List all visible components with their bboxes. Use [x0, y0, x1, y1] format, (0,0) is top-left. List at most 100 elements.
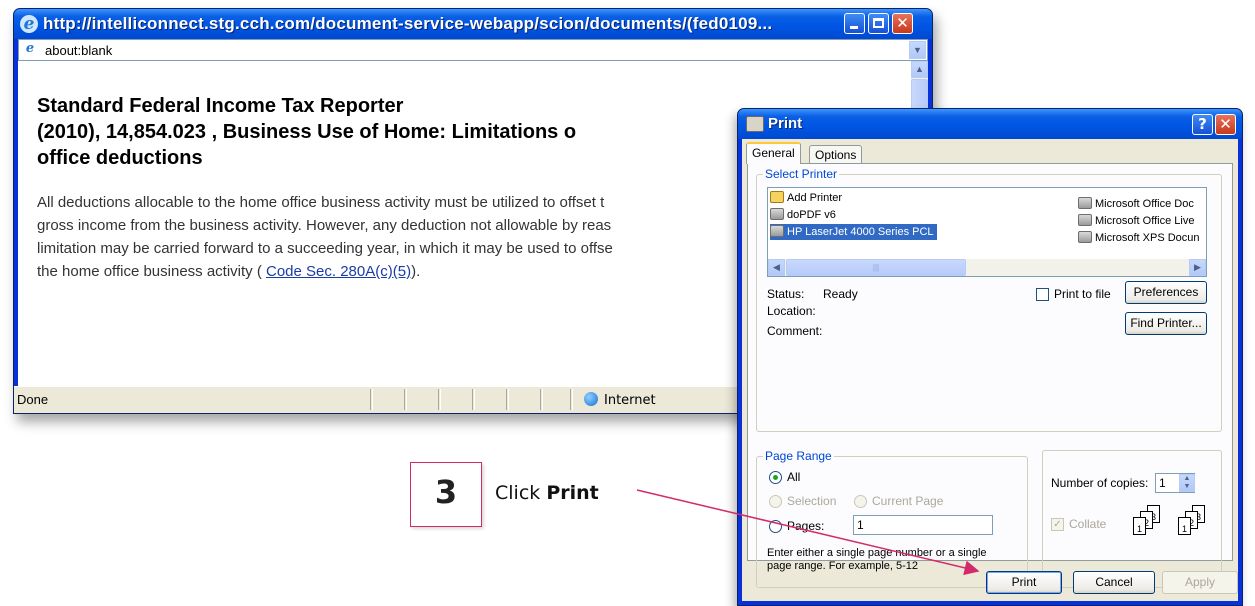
- browser-title: http://intelliconnect.stg.cch.com/docume…: [43, 14, 773, 33]
- printer-icon: [1078, 231, 1092, 243]
- printer-name: Add Printer: [787, 192, 843, 204]
- copies-label: Number of copies:: [1051, 476, 1149, 490]
- printer-icon: [1078, 214, 1092, 226]
- ie-page-icon: e: [25, 41, 35, 56]
- scroll-thumb[interactable]: |||: [786, 259, 966, 276]
- tab-options[interactable]: Options: [809, 145, 863, 163]
- status-value: Ready: [823, 287, 858, 301]
- printer-item-dopdf[interactable]: doPDF v6: [770, 207, 836, 223]
- close-icon: ✕: [896, 14, 909, 32]
- page-range-label: Page Range: [763, 449, 834, 463]
- status-divider: [404, 389, 407, 410]
- location-label: Location:: [767, 304, 816, 318]
- collate-checkbox[interactable]: ✓: [1051, 518, 1064, 531]
- add-printer-icon: [770, 191, 784, 203]
- apply-button[interactable]: Apply: [1162, 571, 1238, 594]
- select-printer-label: Select Printer: [763, 167, 840, 181]
- help-button[interactable]: ?: [1192, 114, 1213, 135]
- printer-name: Microsoft Office Doc: [1095, 198, 1194, 210]
- general-tab-panel: Select Printer Add Printer doPDF v6 HP L…: [747, 163, 1233, 588]
- printer-icon: [770, 225, 784, 237]
- status-divider: [506, 389, 509, 410]
- maximize-button[interactable]: [868, 13, 889, 34]
- status-divider: [472, 389, 475, 410]
- step-number-box: 3: [410, 462, 482, 527]
- code-section-link[interactable]: Code Sec. 280A(c)(5): [266, 263, 411, 280]
- copies-spinner[interactable]: ▲ ▼: [1179, 474, 1195, 492]
- page-glyph: 1: [1178, 517, 1191, 535]
- scroll-left-icon[interactable]: ◀: [768, 259, 785, 276]
- printer-name: Microsoft XPS Docun: [1095, 232, 1200, 244]
- minimize-icon: [850, 26, 858, 29]
- globe-icon: [584, 392, 598, 406]
- printer-item-office-live[interactable]: Microsoft Office Live: [1078, 213, 1194, 229]
- body-line: All deductions allocable to the home off…: [37, 194, 605, 211]
- status-divider: [540, 389, 543, 410]
- step-instruction: Click Print: [495, 482, 599, 504]
- pages-label: Pages:: [787, 519, 825, 533]
- tab-general[interactable]: General: [746, 142, 801, 164]
- pages-radio[interactable]: [769, 520, 782, 533]
- print-dialog-title: Print: [768, 115, 803, 132]
- print-button[interactable]: Print: [986, 571, 1062, 594]
- title-line: Standard Federal Income Tax Reporter: [37, 95, 404, 117]
- close-icon: ✕: [1219, 115, 1232, 133]
- selection-radio[interactable]: [769, 495, 782, 508]
- collate-label: Collate: [1069, 517, 1107, 531]
- document-title: Standard Federal Income Tax Reporter (20…: [37, 93, 576, 171]
- minimize-button[interactable]: [844, 13, 865, 34]
- print-dialog-body: General Options Select Printer Add Print…: [742, 139, 1238, 601]
- page-range-hint: page range. For example, 5-12: [767, 560, 919, 572]
- dialog-close-button[interactable]: ✕: [1215, 114, 1236, 135]
- address-text: about:blank: [45, 43, 113, 58]
- preferences-button[interactable]: Preferences: [1125, 281, 1207, 304]
- chevron-down-icon[interactable]: ▼: [909, 41, 926, 59]
- current-page-label: Current Page: [872, 494, 944, 508]
- printer-name: Microsoft Office Live: [1095, 215, 1195, 227]
- printer-icon: [746, 116, 764, 132]
- all-radio[interactable]: [769, 471, 782, 484]
- step-number: 3: [434, 473, 458, 511]
- horizontal-scrollbar[interactable]: ◀ ||| ▶: [768, 259, 1206, 276]
- title-line: (2010), 14,854.023 , Business Use of Hom…: [37, 121, 577, 143]
- page-range-group: Page Range All Selection Current Page Pa…: [756, 449, 1028, 588]
- printer-item-xps[interactable]: Microsoft XPS Docun: [1078, 230, 1200, 246]
- status-label: Status:: [767, 287, 805, 301]
- printer-icon: [1078, 197, 1092, 209]
- instruction-emphasis: Print: [546, 482, 599, 504]
- printer-item-office-doc[interactable]: Microsoft Office Doc: [1078, 196, 1194, 212]
- scroll-up-icon[interactable]: ▲: [911, 61, 928, 78]
- print-dialog-title-bar[interactable]: Print ? ✕: [738, 109, 1242, 139]
- body-line: gross income from the business activity.…: [37, 217, 612, 234]
- selection-label: Selection: [787, 494, 837, 508]
- cancel-button[interactable]: Cancel: [1073, 571, 1155, 594]
- scroll-right-icon[interactable]: ▶: [1189, 259, 1206, 276]
- ie-icon: e: [20, 15, 38, 33]
- current-page-radio[interactable]: [854, 495, 867, 508]
- body-text: ).: [411, 263, 421, 280]
- printer-item-hp[interactable]: HP LaserJet 4000 Series PCL: [770, 224, 937, 240]
- printer-name: HP LaserJet 4000 Series PCL: [787, 226, 934, 238]
- title-line: office deductions: [37, 147, 203, 169]
- status-divider: [438, 389, 441, 410]
- status-text: Done: [17, 392, 49, 407]
- find-printer-button[interactable]: Find Printer...: [1125, 312, 1207, 335]
- security-zone: Internet: [584, 392, 656, 408]
- print-to-file-label: Print to file: [1054, 287, 1111, 301]
- printer-item-add[interactable]: Add Printer: [770, 190, 842, 206]
- radio-dot: [773, 475, 778, 480]
- printer-list[interactable]: Add Printer doPDF v6 HP LaserJet 4000 Se…: [767, 187, 1207, 277]
- print-dialog: Print ? ✕ General Options Select Printer…: [737, 108, 1243, 606]
- status-divider: [370, 389, 373, 410]
- close-button[interactable]: ✕: [892, 13, 913, 34]
- print-to-file-checkbox[interactable]: [1036, 288, 1049, 301]
- printer-icon: [770, 208, 784, 220]
- address-bar[interactable]: e about:blank ▼: [18, 39, 928, 61]
- pages-input[interactable]: 1: [853, 515, 993, 535]
- copies-group: Number of copies: 1 ▲ ▼ ✓ Collate 3 2 1 3…: [1042, 450, 1222, 588]
- printer-name: doPDF v6: [787, 209, 836, 221]
- body-line: limitation may be carried forward to a s…: [37, 240, 613, 257]
- status-divider: [570, 389, 573, 410]
- all-label: All: [787, 470, 801, 484]
- browser-title-bar[interactable]: e http://intelliconnect.stg.cch.com/docu…: [14, 9, 932, 39]
